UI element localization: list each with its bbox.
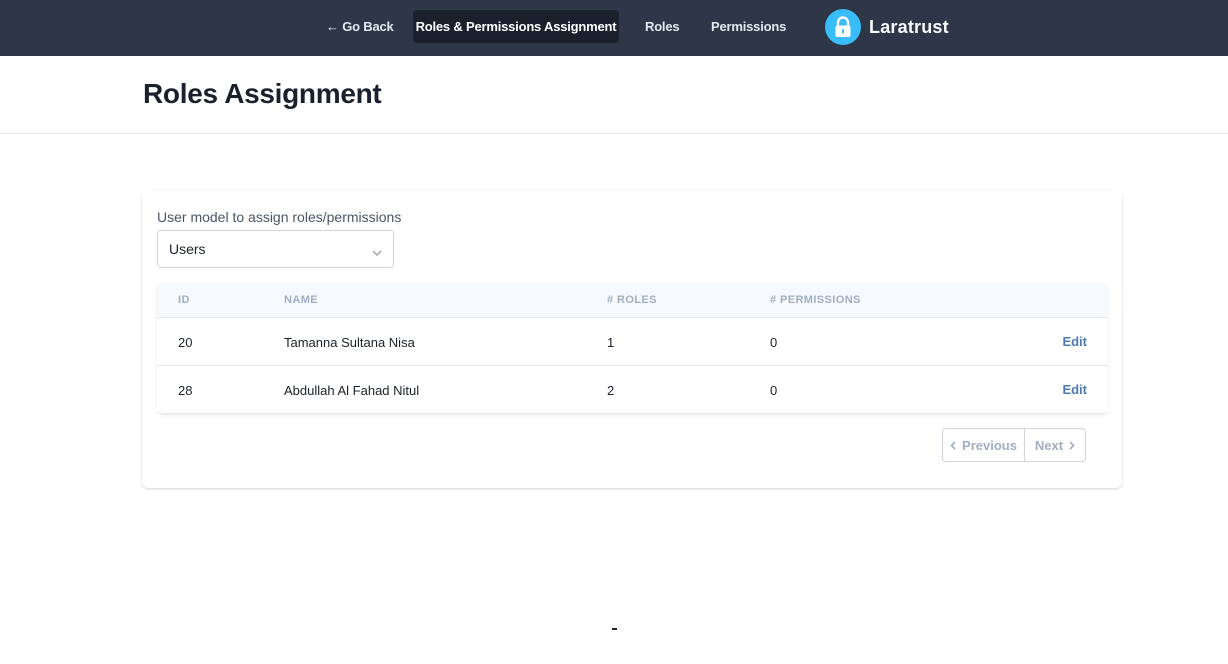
next-page-label: Next [1034,437,1064,453]
users-table: ID NAME # ROLES # PERMISSIONS 20 Tamanna… [157,283,1108,414]
page-header: Roles Assignment [0,56,1228,134]
cell-id: 28 [178,383,193,398]
previous-page-label: Previous [962,437,1017,453]
next-page-button[interactable]: Next [1025,429,1085,461]
cell-id: 20 [178,335,193,350]
user-model-select-value: Users [169,241,206,257]
page-title: Roles Assignment [143,78,382,109]
chevron-right-icon [1069,440,1075,450]
column-header-roles: # ROLES [607,294,657,306]
table-header: ID NAME # ROLES # PERMISSIONS [157,283,1108,318]
pagination: Previous Next [942,428,1086,462]
assignment-card: User model to assign roles/permissions U… [142,190,1122,488]
cell-name: Tamanna Sultana Nisa [284,335,415,350]
user-model-select[interactable]: Users [157,230,394,268]
table-row: 20 Tamanna Sultana Nisa 1 0 Edit [157,318,1108,366]
stray-mark [612,628,617,630]
go-back-link[interactable]: ← Go Back [326,10,394,43]
brand[interactable]: Laratrust [825,9,949,45]
nav-permissions[interactable]: Permissions [711,10,786,43]
chevron-left-icon [950,440,956,450]
column-header-name: NAME [284,294,318,306]
cell-roles-count: 2 [607,383,615,398]
cell-permissions-count: 0 [770,335,778,350]
previous-page-button[interactable]: Previous [943,429,1025,461]
brand-name: Laratrust [869,16,949,37]
nav-roles[interactable]: Roles [645,10,680,43]
table-row: 28 Abdullah Al Fahad Nitul 2 0 Edit [157,366,1108,414]
lock-icon [825,9,861,45]
column-header-id: ID [178,294,190,306]
cell-roles-count: 1 [607,335,615,350]
chevron-down-icon [372,244,382,262]
nav-roles-permissions-assignment[interactable]: Roles & Permissions Assignment [413,10,619,43]
model-select-label: User model to assign roles/permissions [157,209,402,225]
edit-link[interactable]: Edit [1062,382,1087,397]
top-nav-bar: ← Go Back Roles & Permissions Assignment… [0,0,1228,56]
edit-link[interactable]: Edit [1062,334,1087,349]
column-header-permissions: # PERMISSIONS [770,294,861,306]
cell-name: Abdullah Al Fahad Nitul [284,383,420,398]
cell-permissions-count: 0 [770,383,778,398]
